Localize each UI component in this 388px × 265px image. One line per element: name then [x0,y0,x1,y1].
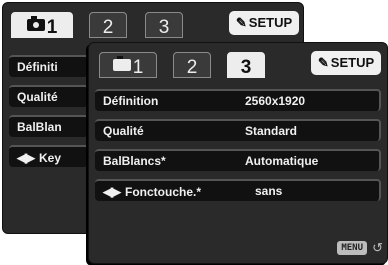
back-tab-3[interactable]: 3 [145,12,183,38]
left-right-arrows-icon: ◀▶ [17,150,35,165]
back-tab-2[interactable]: 2 [89,12,127,38]
back-row-quality[interactable]: Qualité [9,85,89,107]
front-tab-1[interactable]: 1 [99,52,157,78]
front-tab-3[interactable]: 3 [227,52,265,78]
front-row-quality[interactable]: Qualité Standard [95,119,381,141]
front-tab-bar: 1 2 3 ✎ SETUP [89,43,387,83]
menu-button[interactable]: MENU [337,241,367,255]
front-footer: MENU ↺ [89,233,387,263]
back-tab-1[interactable]: 1 [11,12,73,38]
front-setup-tab[interactable]: ✎ SETUP [311,51,381,75]
camera-icon [26,16,45,32]
wrench-icon: ✎ [235,15,247,30]
camera-icon [112,56,131,72]
front-row-white-balance[interactable]: BalBlancs* Automatique [95,149,381,171]
front-row-definition[interactable]: Définition 2560x1920 [95,89,381,111]
front-tab-2[interactable]: 2 [173,52,211,78]
back-tab-bar: 1 2 3 ✎ SETUP [3,3,303,43]
back-row-key[interactable]: ◀▶ Key [9,145,89,167]
return-arrow-icon[interactable]: ↺ [372,240,383,256]
front-row-function-key[interactable]: ◀▶ Fonctouche.* sans [95,179,381,201]
left-right-arrows-icon: ◀▶ [103,184,121,199]
back-setup-tab[interactable]: ✎ SETUP [229,11,299,35]
back-row-white-balance[interactable]: BalBlan [9,115,89,137]
front-menu-screen: 1 2 3 ✎ SETUP Définition 2560x1920 Qualit… [88,42,388,264]
back-row-definition[interactable]: Définiti [9,55,89,77]
wrench-icon: ✎ [317,55,329,70]
